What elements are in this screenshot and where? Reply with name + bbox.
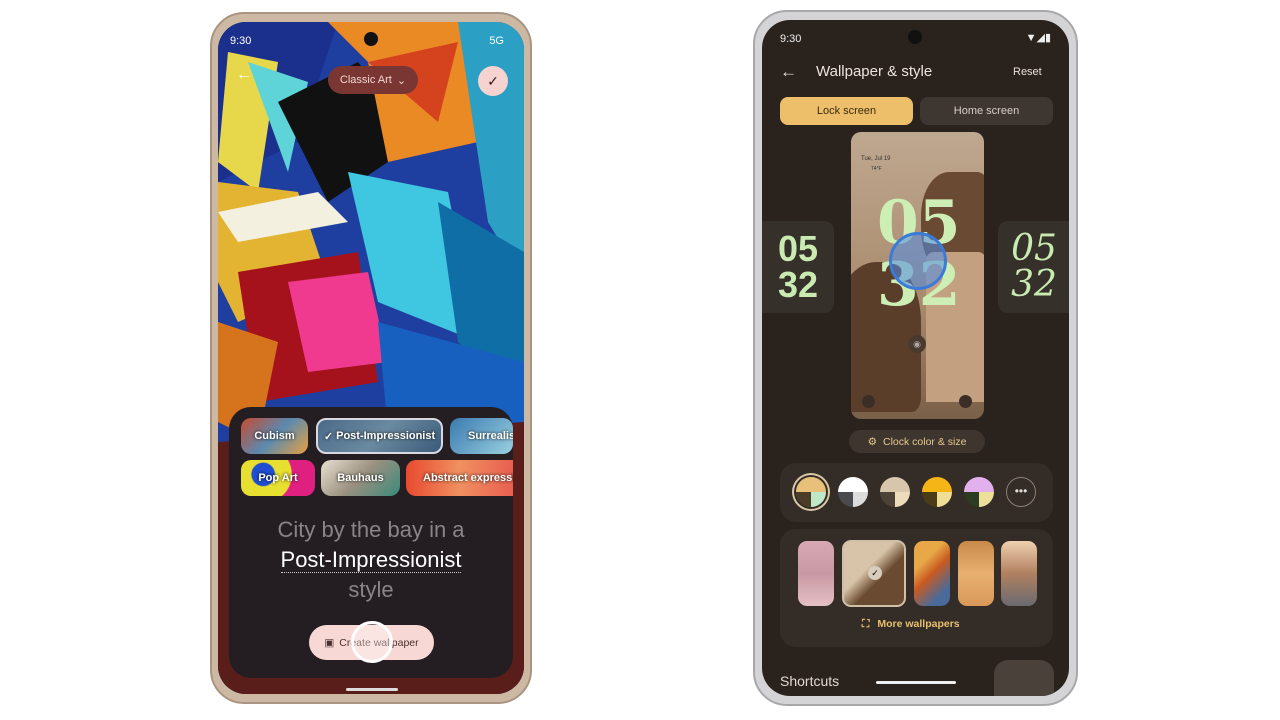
style-chip-surrealist[interactable]: Surrealist bbox=[450, 418, 513, 454]
wallet-shortcut-icon bbox=[862, 395, 875, 408]
preview-weather: 74°F bbox=[871, 166, 882, 172]
category-dropdown[interactable]: Classic Art ⌄ bbox=[328, 66, 418, 94]
prompt-style-selection[interactable]: Post-Impressionist bbox=[229, 547, 513, 573]
touch-indicator bbox=[351, 621, 393, 663]
gesture-bar bbox=[346, 688, 398, 691]
category-label: Classic Art bbox=[339, 74, 392, 86]
prompt-style-text: Post-Impressionist bbox=[280, 547, 462, 573]
clock-minutes: 32 bbox=[1011, 264, 1057, 305]
status-icons: ▼◢▮ bbox=[1025, 32, 1051, 44]
prompt-line-3: style bbox=[348, 577, 394, 602]
chip-label: Post-Impressionist bbox=[336, 430, 436, 442]
color-palette-card: ••• bbox=[780, 463, 1053, 522]
front-camera bbox=[364, 32, 378, 46]
back-arrow-icon[interactable]: ← bbox=[780, 62, 797, 82]
wallpaper-picker-card: ✓ ⛶ More wallpapers bbox=[780, 529, 1053, 647]
clock-style-option-right[interactable]: 05 32 bbox=[998, 221, 1069, 313]
chip-label: Bauhaus bbox=[337, 472, 384, 484]
fingerprint-icon: ◉ bbox=[908, 335, 926, 353]
color-swatch[interactable] bbox=[922, 477, 952, 507]
preview-date: Tue, Jul 19 bbox=[861, 156, 891, 162]
tab-home-screen[interactable]: Home screen bbox=[920, 97, 1053, 125]
color-swatch[interactable] bbox=[964, 477, 994, 507]
style-chip-cubism[interactable]: Cubism bbox=[241, 418, 308, 454]
style-chip-bauhaus[interactable]: Bauhaus bbox=[321, 460, 400, 496]
color-swatch[interactable] bbox=[880, 477, 910, 507]
check-icon: ✓ bbox=[868, 566, 882, 580]
left-phone: 9:30 5G ← Classic Art ⌄ ✓ Cubism ✓ Post-… bbox=[210, 12, 532, 704]
wallpaper-thumb-pink[interactable] bbox=[798, 541, 834, 606]
clock-hours: 05 bbox=[777, 228, 819, 269]
gear-icon: ⚙ bbox=[867, 435, 877, 448]
wallpaper-generator-screen: 9:30 5G ← Classic Art ⌄ ✓ Cubism ✓ Post-… bbox=[218, 22, 524, 694]
check-icon: ✓ bbox=[323, 430, 337, 443]
style-chip-abstract-expressionism[interactable]: Abstract expressionism bbox=[406, 460, 513, 496]
confirm-check-button[interactable]: ✓ bbox=[478, 66, 508, 96]
gesture-bar bbox=[876, 681, 956, 684]
home-shortcut-icon bbox=[959, 395, 972, 408]
style-chip-pop-art[interactable]: Pop Art bbox=[241, 460, 315, 496]
reset-button[interactable]: Reset bbox=[1013, 66, 1042, 78]
color-swatch[interactable] bbox=[838, 477, 868, 507]
tab-lock-screen[interactable]: Lock screen bbox=[780, 97, 913, 125]
clock-style-option-left[interactable]: 05 32 bbox=[762, 221, 834, 313]
style-sheet: Cubism ✓ Post-Impressionist Surrealist P… bbox=[229, 407, 513, 678]
wallpaper-thumb-desert[interactable] bbox=[958, 541, 994, 606]
style-chip-post-impressionist[interactable]: ✓ Post-Impressionist bbox=[316, 418, 443, 454]
wallpaper-thumb-selected[interactable]: ✓ bbox=[842, 540, 906, 607]
wallpaper-thumb-city[interactable] bbox=[1001, 541, 1037, 606]
image-edit-icon: ▣ bbox=[324, 636, 335, 649]
status-time: 9:30 bbox=[230, 35, 252, 47]
more-wallpapers-label: More wallpapers bbox=[877, 618, 960, 630]
shortcut-preview[interactable] bbox=[994, 660, 1054, 696]
page-title: Wallpaper & style bbox=[816, 63, 933, 80]
wallpaper-thumb-abstract[interactable] bbox=[914, 541, 950, 606]
wallpaper-style-screen: 9:30 ▼◢▮ ← Wallpaper & style Reset Lock … bbox=[762, 20, 1069, 696]
shortcuts-heading: Shortcuts bbox=[780, 673, 840, 689]
chip-label: Pop Art bbox=[258, 472, 298, 484]
clock-hours: 05 bbox=[1011, 228, 1057, 269]
more-wallpapers-button[interactable]: ⛶ More wallpapers bbox=[862, 618, 960, 631]
back-arrow-icon[interactable]: ← bbox=[236, 66, 252, 84]
chip-label: Abstract expressionism bbox=[423, 472, 513, 484]
chevron-down-icon: ⌄ bbox=[396, 74, 407, 87]
image-gallery-icon: ⛶ bbox=[862, 618, 870, 630]
check-icon: ✓ bbox=[487, 72, 499, 89]
status-network: 5G bbox=[489, 35, 504, 47]
chip-label: Surrealist bbox=[468, 430, 513, 442]
prompt-line-1[interactable]: City by the bay in a bbox=[229, 517, 513, 543]
front-camera bbox=[908, 30, 922, 44]
clock-color-size-button[interactable]: ⚙ Clock color & size bbox=[849, 430, 985, 453]
right-phone: 9:30 ▼◢▮ ← Wallpaper & style Reset Lock … bbox=[753, 10, 1078, 706]
clock-minutes: 32 bbox=[777, 264, 819, 305]
lock-screen-preview[interactable]: Tue, Jul 19 74°F 0532 ◉ bbox=[851, 132, 984, 419]
status-time: 9:30 bbox=[780, 33, 802, 45]
color-swatch[interactable] bbox=[796, 477, 826, 507]
touch-indicator bbox=[889, 232, 947, 290]
more-colors-button[interactable]: ••• bbox=[1006, 477, 1036, 507]
clock-button-label: Clock color & size bbox=[882, 435, 967, 448]
chip-label: Cubism bbox=[254, 430, 295, 442]
